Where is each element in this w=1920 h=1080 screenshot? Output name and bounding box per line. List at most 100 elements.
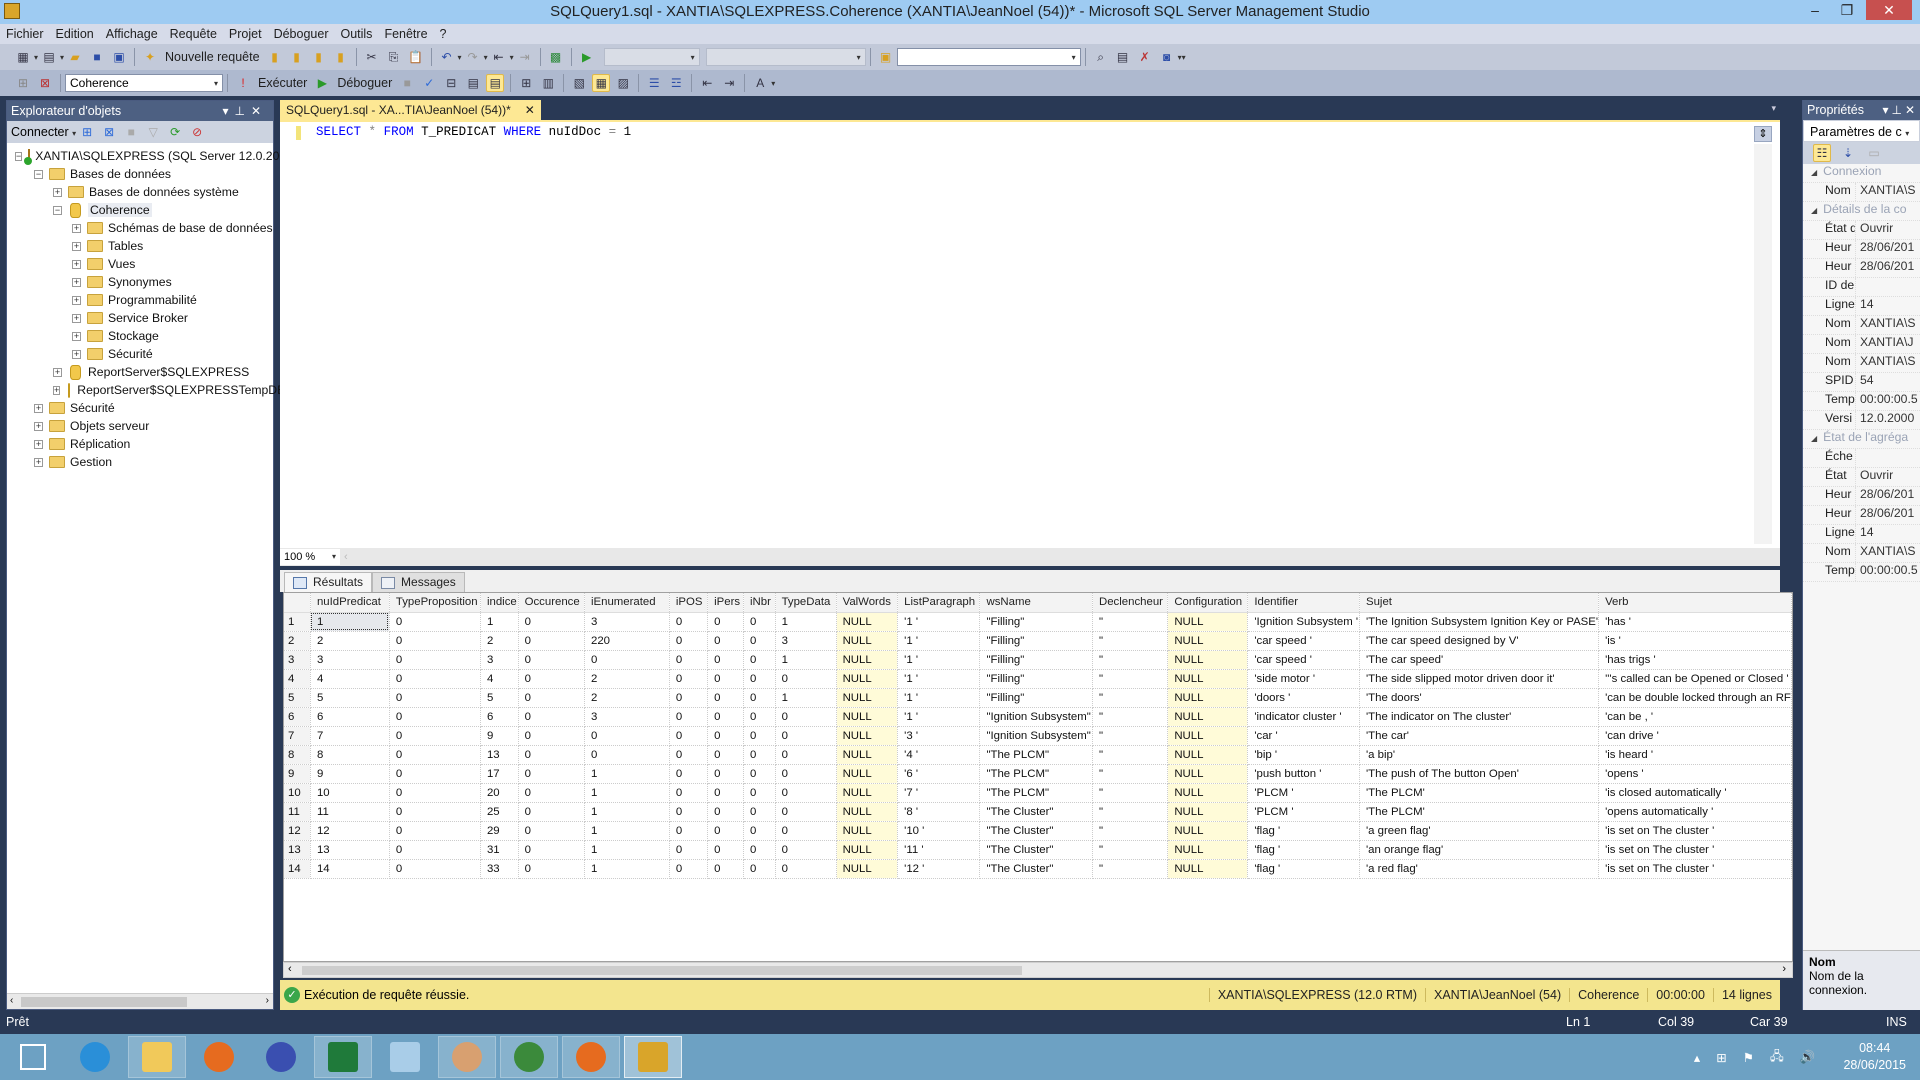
save-icon[interactable]: ■ <box>88 48 106 66</box>
grid-cell[interactable]: 'opens automatically ' <box>1598 802 1792 822</box>
tab-messages[interactable]: Messages <box>372 572 465 592</box>
grid-cell[interactable]: 'a red flag' <box>1359 859 1600 879</box>
grid-cell[interactable]: 0 <box>669 745 709 765</box>
row-number[interactable]: 13 <box>284 840 311 860</box>
grid-cell[interactable]: 1 <box>584 802 670 822</box>
maximize-button[interactable]: ❐ <box>1832 0 1862 20</box>
grid-cell[interactable]: 2 <box>480 631 519 651</box>
categorized-icon[interactable]: ☷ <box>1813 144 1831 162</box>
grid-cell[interactable]: NULL <box>836 802 899 822</box>
grid-cell[interactable]: 'The push of The button Open' <box>1359 764 1600 784</box>
grid-cell[interactable]: NULL <box>836 612 899 632</box>
grid-cell[interactable]: 'indicator cluster ' <box>1247 707 1360 727</box>
menu-item-6[interactable]: Outils <box>334 24 378 44</box>
taskbar-app-firefox[interactable] <box>190 1036 248 1078</box>
tree-node[interactable]: + Tables <box>7 237 273 255</box>
grid-cell[interactable]: "Filling" <box>979 650 1093 670</box>
grid-cell[interactable]: 6 <box>480 707 519 727</box>
grid-cell[interactable]: 'Ignition Subsystem ' <box>1247 612 1360 632</box>
table-row[interactable]: 5 5 0 5 0 2 0 0 0 1 NULL '1 ' "Filling" " NULL'doors '… <box>284 688 1792 708</box>
grid-cell[interactable]: 0 <box>743 669 776 689</box>
table-row[interactable]: 1 1 0 1 0 3 0 0 0 1 NULL '1 ' "Filling" " NULL 'Ignitio… <box>284 612 1792 632</box>
grid-cell[interactable]: '10 ' <box>897 821 981 841</box>
grid-cell[interactable]: 1 <box>584 840 670 860</box>
property-row[interactable]: Versi 12.0.2000 <box>1803 411 1920 430</box>
expand-icon[interactable]: + <box>53 367 62 377</box>
mdx-query-icon[interactable]: ▮ <box>288 48 306 66</box>
grid-cell[interactable]: 0 <box>743 631 776 651</box>
comment-icon[interactable]: ☰ <box>645 74 663 92</box>
tab-close-icon[interactable]: ✕ <box>525 100 535 120</box>
registered-servers-icon[interactable]: ⌕ <box>1092 48 1110 66</box>
grid-cell[interactable]: "Ignition Subsystem" <box>979 726 1093 746</box>
grid-cell[interactable]: 0 <box>389 821 481 841</box>
grid-cell[interactable]: 'has trigs ' <box>1598 650 1792 670</box>
grid-cell[interactable]: 'The indicator on The cluster' <box>1359 707 1600 727</box>
category-collapse-icon[interactable]: ◢ <box>1803 164 1817 182</box>
grid-cell[interactable]: "Filling" <box>979 669 1093 689</box>
grid-cell[interactable]: 0 <box>707 688 744 708</box>
expand-icon[interactable]: + <box>72 331 81 341</box>
pin-icon[interactable]: ⊥ <box>234 104 250 118</box>
grid-cell[interactable]: 'The car speed' <box>1359 650 1600 670</box>
expand-icon[interactable]: + <box>72 349 81 359</box>
column-header[interactable]: indice <box>480 593 519 613</box>
grid-cell[interactable]: NULL <box>1167 802 1249 822</box>
menu-item-8[interactable]: ? <box>434 24 453 44</box>
grid-cell[interactable]: NULL <box>1167 726 1249 746</box>
grid-cell[interactable]: 1 <box>775 688 837 708</box>
grid-cell[interactable]: '6 ' <box>897 764 981 784</box>
grid-cell[interactable]: NULL <box>1167 783 1249 803</box>
tree-node[interactable]: − Bases de données <box>7 165 273 183</box>
grid-cell[interactable]: 0 <box>707 745 744 765</box>
expand-icon[interactable]: + <box>34 457 43 467</box>
grid-cell[interactable]: 0 <box>707 631 744 651</box>
taskbar-app-ssms[interactable] <box>624 1036 682 1078</box>
column-header[interactable]: wsName <box>979 593 1093 613</box>
table-row[interactable]: 13 13 0 31 0 1 0 0 0 0 NULL '11 ' "The Cluster" " NULL… <box>284 840 1792 860</box>
horizontal-scrollbar[interactable]: ‹ › <box>7 993 273 1009</box>
category-collapse-icon[interactable]: ◢ <box>1803 202 1817 220</box>
grid-cell[interactable]: 5 <box>480 688 519 708</box>
grid-cell[interactable]: 0 <box>775 859 837 879</box>
grid-cell[interactable]: 0 <box>669 859 709 879</box>
scroll-thumb[interactable] <box>302 966 1022 975</box>
grid-cell[interactable]: 'can be double locked through an RF <box>1598 688 1792 708</box>
grid-cell[interactable]: '12 ' <box>897 859 981 879</box>
column-header[interactable]: Identifier <box>1247 593 1360 613</box>
grid-cell[interactable]: 'is closed automatically ' <box>1598 783 1792 803</box>
grid-cell[interactable]: 0 <box>669 650 709 670</box>
grid-cell[interactable]: 0 <box>743 688 776 708</box>
grid-cell[interactable]: 'The side slipped motor driven door it' <box>1359 669 1600 689</box>
taskbar-app-firefox-2[interactable] <box>562 1036 620 1078</box>
results-grid[interactable]: nuIdPredicat TypeProposition indice Occuren… <box>283 592 1793 962</box>
object-explorer-icon[interactable]: ▤ <box>1114 48 1132 66</box>
template-explorer-icon[interactable]: ◙ <box>1158 48 1176 66</box>
grid-cell[interactable]: 9 <box>310 764 390 784</box>
grid-cell[interactable]: " <box>1092 859 1169 879</box>
grid-cell[interactable]: 'is set on The cluster ' <box>1598 859 1792 879</box>
grid-cell[interactable]: 'can be , ' <box>1598 707 1792 727</box>
row-number[interactable]: 2 <box>284 631 311 651</box>
property-pages-icon[interactable]: ▭ <box>1865 144 1883 162</box>
property-row[interactable]: État Ouvrir <box>1803 468 1920 487</box>
navigate-backward-icon[interactable]: ⇤ <box>490 48 508 66</box>
tree-node[interactable]: + Vues <box>7 255 273 273</box>
results-to-grid-icon[interactable]: ▦ <box>592 74 611 92</box>
grid-cell[interactable]: " <box>1092 802 1169 822</box>
table-row[interactable]: 14 14 0 33 0 1 0 0 0 0 NULL '12 ' "The Cluster" " NULL… <box>284 859 1792 879</box>
grid-cell[interactable]: NULL <box>836 745 899 765</box>
results-horizontal-scrollbar[interactable]: ‹ › <box>283 962 1793 978</box>
grid-cell[interactable]: 0 <box>669 612 709 632</box>
grid-cell[interactable]: 'doors ' <box>1247 688 1360 708</box>
tree-node[interactable]: + Stockage <box>7 327 273 345</box>
grid-cell[interactable]: 0 <box>707 802 744 822</box>
grid-cell[interactable]: 0 <box>669 726 709 746</box>
menu-item-0[interactable]: Fichier <box>0 24 50 44</box>
toolbox-icon[interactable]: ✗ <box>1136 48 1154 66</box>
grid-cell[interactable]: NULL <box>836 859 899 879</box>
grid-cell[interactable]: 12 <box>310 821 390 841</box>
tree-node[interactable]: + ReportServer$SQLEXPRESS <box>7 363 273 381</box>
new-project-icon[interactable]: ▦ <box>14 48 32 66</box>
column-header[interactable]: iNbr <box>743 593 776 613</box>
